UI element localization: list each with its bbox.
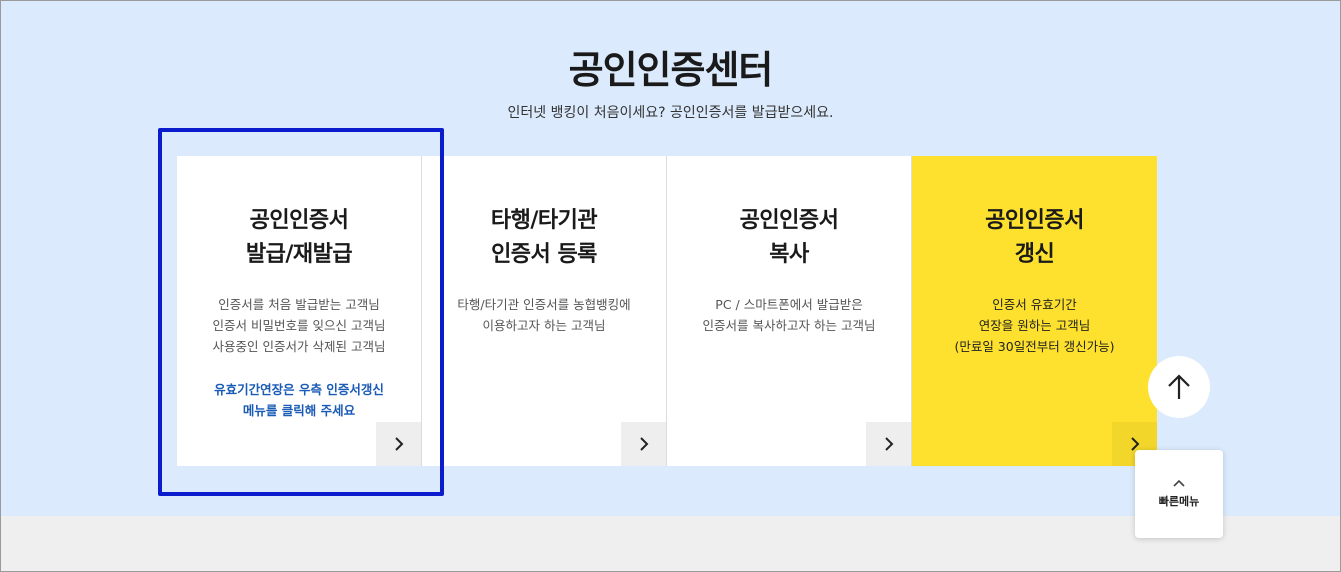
card-description: PC / 스마트폰에서 발급받은 인증서를 복사하고자 하는 고객님 xyxy=(667,294,911,336)
card-title-line: 복사 xyxy=(769,242,809,267)
card-other-bank-register[interactable]: 타행/타기관 인증서 등록 타행/타기관 인증서를 농협뱅킹에 이용하고자 하는… xyxy=(422,156,667,466)
card-issue-reissue[interactable]: 공인인증서 발급/재발급 인증서를 처음 발급받는 고객님 인증서 비밀번호를 … xyxy=(177,156,422,466)
arrow-up-icon xyxy=(1168,374,1190,399)
card-certificate-copy[interactable]: 공인인증서 복사 PC / 스마트폰에서 발급받은 인증서를 복사하고자 하는 … xyxy=(667,156,912,466)
quick-menu-label: 빠른메뉴 xyxy=(1158,495,1200,508)
card-desc-line: 이용하고자 하는 고객님 xyxy=(482,318,606,333)
scroll-to-top-button[interactable] xyxy=(1148,356,1210,418)
card-desc-line: 타행/타기관 인증서를 농협뱅킹에 xyxy=(457,297,631,312)
card-certificate-renew[interactable]: 공인인증서 갱신 인증서 유효기간 연장을 원하는 고객님 (만료일 30일전부… xyxy=(912,156,1157,466)
card-title-line: 갱신 xyxy=(1014,242,1055,267)
page-subtitle: 인터넷 뱅킹이 처음이세요? 공인인증서를 발급받으세요. xyxy=(507,105,834,121)
certificate-center-section: 공인인증센터 인터넷 뱅킹이 처음이세요? 공인인증서를 발급받으세요. 공인인… xyxy=(1,1,1340,516)
card-title: 공인인증서 복사 xyxy=(667,204,911,272)
card-title: 공인인증서 발급/재발급 xyxy=(177,204,421,272)
card-description: 타행/타기관 인증서를 농협뱅킹에 이용하고자 하는 고객님 xyxy=(422,294,666,336)
card-go-button[interactable] xyxy=(866,422,911,466)
card-description: 인증서를 처음 발급받는 고객님 인증서 비밀번호를 잊으신 고객님 사용중인 … xyxy=(177,294,421,357)
card-desc-line: 사용중인 인증서가 삭제된 고객님 xyxy=(212,339,386,354)
card-title: 타행/타기관 인증서 등록 xyxy=(422,204,666,272)
card-desc-line: (만료일 30일전부터 갱신가능) xyxy=(954,339,1115,354)
card-title-line: 인증서 등록 xyxy=(491,242,597,267)
card-desc-line: PC / 스마트폰에서 발급받은 xyxy=(715,297,863,312)
card-title-line: 발급/재발급 xyxy=(245,242,353,267)
chevron-right-icon xyxy=(394,437,403,451)
card-title-line: 공인인증서 xyxy=(985,208,1084,233)
card-description: 인증서 유효기간 연장을 원하는 고객님 (만료일 30일전부터 갱신가능) xyxy=(912,294,1157,357)
card-note-line: 유효기간연장은 우측 인증서갱신 xyxy=(214,382,384,397)
chevron-right-icon xyxy=(639,437,648,451)
card-desc-line: 인증서를 복사하고자 하는 고객님 xyxy=(702,318,876,333)
card-desc-line: 인증서를 처음 발급받는 고객님 xyxy=(218,297,380,312)
card-title: 공인인증서 갱신 xyxy=(912,204,1157,272)
card-desc-line: 인증서 비밀번호를 잊으신 고객님 xyxy=(212,318,386,333)
chevron-right-icon xyxy=(884,437,893,451)
page-title: 공인인증센터 xyxy=(568,48,774,92)
card-note: 유효기간연장은 우측 인증서갱신 메뉴를 클릭해 주세요 xyxy=(177,379,421,421)
card-title-line: 타행/타기관 xyxy=(490,208,598,233)
card-go-button[interactable] xyxy=(621,422,666,466)
card-title-line: 공인인증서 xyxy=(739,208,839,233)
card-title-line: 공인인증서 xyxy=(249,208,349,233)
card-note-line: 메뉴를 클릭해 주세요 xyxy=(242,403,356,418)
card-desc-line: 연장을 원하는 고객님 xyxy=(978,318,1091,333)
page-frame: 공인인증센터 인터넷 뱅킹이 처음이세요? 공인인증서를 발급받으세요. 공인인… xyxy=(0,0,1341,572)
quick-menu-button[interactable]: 빠른메뉴 xyxy=(1135,450,1223,538)
chevron-up-icon xyxy=(1173,479,1185,487)
card-desc-line: 인증서 유효기간 xyxy=(992,297,1077,312)
card-go-button[interactable] xyxy=(376,422,421,466)
